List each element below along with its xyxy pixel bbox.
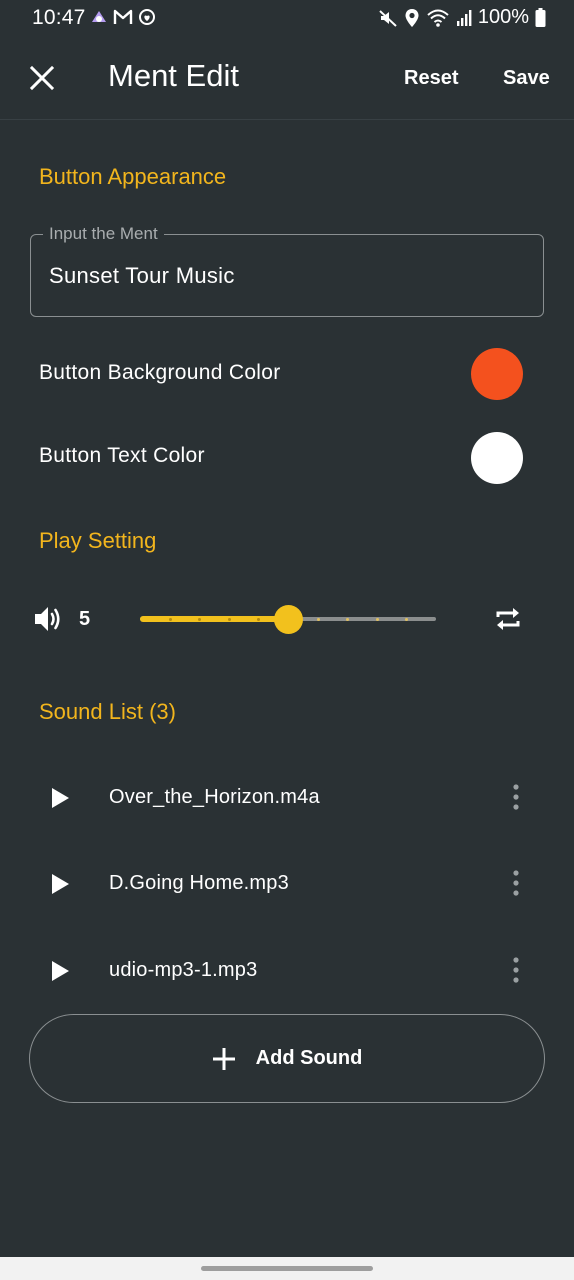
more-vert-icon — [513, 957, 519, 983]
page-title: Ment Edit — [108, 58, 239, 93]
play-button[interactable] — [50, 873, 70, 900]
text-color-swatch[interactable] — [471, 432, 523, 484]
battery-percentage: 100% — [477, 6, 529, 28]
slider-tick — [376, 618, 379, 621]
slider-tick — [405, 618, 408, 621]
play-icon — [52, 788, 69, 808]
battery-icon — [535, 8, 546, 27]
ment-edit-screen: 10:47 100% Ment Edit Reset Save Button A… — [0, 0, 574, 1280]
close-icon — [29, 65, 55, 91]
background-color-swatch[interactable] — [471, 348, 523, 400]
home-gesture-handle[interactable] — [201, 1266, 373, 1271]
volume-icon — [33, 604, 63, 639]
ment-input-label: Input the Ment — [43, 224, 164, 244]
sound-name: udio-mp3-1.mp3 — [109, 959, 258, 981]
slider-tick — [346, 618, 349, 621]
add-sound-button[interactable]: Add Sound — [29, 1014, 545, 1103]
play-icon — [52, 874, 69, 894]
reset-button[interactable]: Reset — [404, 67, 458, 90]
slider-tick — [198, 618, 201, 621]
background-color-label: Button Background Color — [39, 361, 281, 384]
more-options-button[interactable] — [506, 783, 526, 816]
section-title-button-appearance: Button Appearance — [39, 164, 227, 189]
status-time: 10:47 — [32, 6, 86, 29]
play-button[interactable] — [50, 960, 70, 987]
repeat-icon — [496, 608, 520, 630]
ment-input-value[interactable]: Sunset Tour Music — [49, 263, 235, 289]
more-vert-icon — [513, 870, 519, 896]
slider-tick — [257, 618, 260, 621]
gmail-icon — [113, 9, 133, 24]
sound-name: Over_the_Horizon.m4a — [109, 786, 320, 808]
status-notification-icons — [90, 8, 156, 26]
sound-list-item[interactable]: udio-mp3-1.mp3 — [0, 936, 574, 1006]
ment-input-field[interactable]: Input the Ment Sunset Tour Music — [30, 224, 544, 317]
more-vert-icon — [513, 784, 519, 810]
slider-tick — [169, 618, 172, 621]
more-options-button[interactable] — [506, 956, 526, 989]
navigation-bar — [0, 1257, 574, 1280]
mute-icon — [379, 9, 397, 27]
status-bar: 10:47 100% — [0, 0, 574, 36]
close-button[interactable] — [22, 56, 62, 100]
sound-list-item[interactable]: D.Going Home.mp3 — [0, 849, 574, 919]
repeat-button[interactable] — [492, 603, 524, 640]
plus-icon — [212, 1047, 235, 1070]
more-options-button[interactable] — [506, 869, 526, 902]
volume-slider[interactable] — [140, 603, 436, 635]
slider-thumb[interactable] — [274, 605, 303, 634]
app-bar: Ment Edit Reset Save — [0, 36, 574, 120]
section-title-play-setting: Play Setting — [39, 528, 157, 553]
signal-icon — [456, 9, 472, 26]
location-icon — [405, 8, 419, 27]
sound-list-item[interactable]: Over_the_Horizon.m4a — [0, 763, 574, 833]
sound-name: D.Going Home.mp3 — [109, 872, 289, 894]
play-icon — [52, 961, 69, 981]
slider-tick — [228, 618, 231, 621]
wifi-icon — [427, 9, 449, 27]
save-button[interactable]: Save — [503, 67, 550, 90]
slider-track-active — [140, 616, 288, 622]
section-title-sound-list: Sound List (3) — [39, 699, 176, 724]
add-sound-label: Add Sound — [255, 1047, 363, 1069]
status-system-icons: 100% — [378, 6, 546, 29]
volume-value: 5 — [79, 608, 91, 630]
security-icon — [139, 9, 155, 25]
slider-tick — [317, 618, 320, 621]
play-button[interactable] — [50, 787, 70, 814]
text-color-label: Button Text Color — [39, 444, 205, 467]
notification-app-icon — [92, 11, 106, 22]
